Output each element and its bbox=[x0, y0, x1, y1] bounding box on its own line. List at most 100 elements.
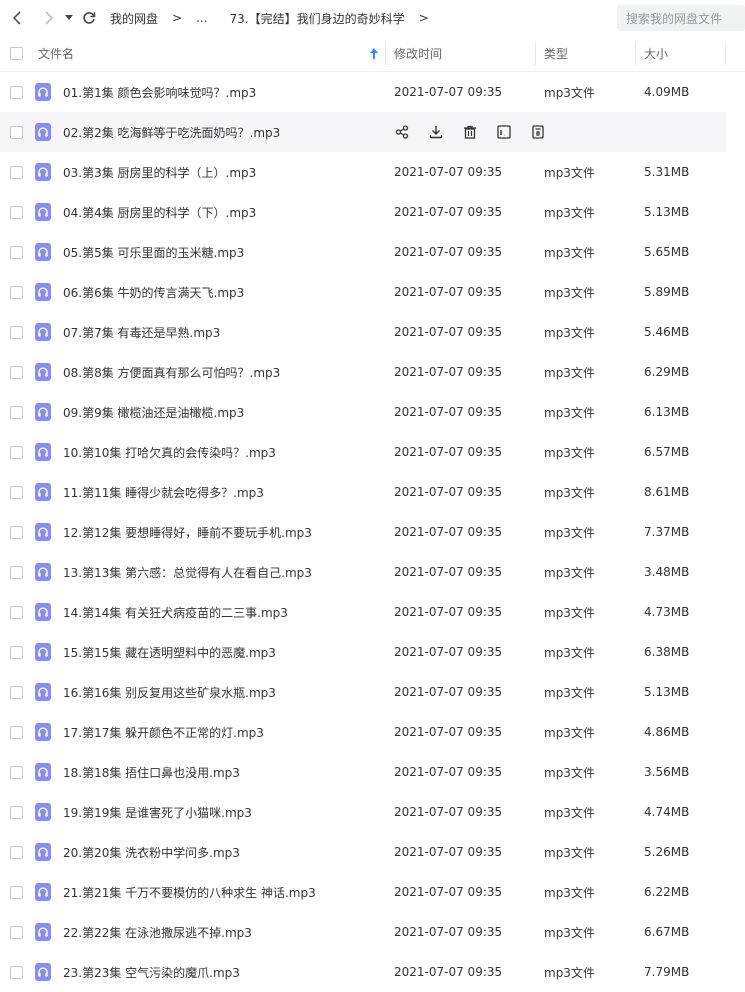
file-name[interactable]: 08.第8集 方便面真有那么可怕吗？.mp3 bbox=[63, 352, 280, 392]
file-name[interactable]: 06.第6集 牛奶的传言满天飞.mp3 bbox=[63, 272, 244, 312]
file-row[interactable]: 19.第19集 是谁害死了小猫咪.mp3 2021-07-07 09:35 mp3文… bbox=[0, 792, 726, 832]
refresh-button[interactable] bbox=[78, 7, 100, 29]
row-checkbox[interactable] bbox=[10, 152, 23, 192]
file-row[interactable]: 18.第18集 捂住口鼻也没用.mp3 2021-07-07 09:35 mp3文件… bbox=[0, 752, 726, 792]
column-type[interactable]: 类型 bbox=[544, 36, 568, 71]
file-row[interactable]: 13.第13集 第六感：总觉得有人在看自己.mp3 2021-07-07 09:3… bbox=[0, 552, 726, 592]
file-name[interactable]: 04.第4集 厨房里的科学（下）.mp3 bbox=[63, 192, 256, 232]
delete-icon[interactable] bbox=[453, 125, 487, 139]
row-checkbox[interactable] bbox=[10, 272, 23, 312]
mp3-file-icon bbox=[35, 552, 51, 592]
breadcrumb-ellipsis[interactable]: ... bbox=[196, 11, 207, 25]
row-checkbox[interactable] bbox=[10, 392, 23, 432]
file-row[interactable]: 21.第21集 千万不要模仿的八种求生 神话.mp3 2021-07-07 09:… bbox=[0, 872, 726, 912]
row-checkbox[interactable] bbox=[10, 352, 23, 392]
row-checkbox[interactable] bbox=[10, 632, 23, 672]
row-checkbox[interactable] bbox=[10, 312, 23, 352]
row-checkbox[interactable] bbox=[10, 912, 23, 952]
file-row[interactable]: 10.第10集 打哈欠真的会传染吗？.mp3 2021-07-07 09:35 mp… bbox=[0, 432, 726, 472]
sort-ascending-icon[interactable] bbox=[370, 36, 378, 71]
file-type: mp3文件 bbox=[544, 405, 595, 420]
file-name[interactable]: 18.第18集 捂住口鼻也没用.mp3 bbox=[63, 752, 240, 792]
file-row[interactable]: 20.第20集 洗衣粉中学问多.mp3 2021-07-07 09:35 mp3文件… bbox=[0, 832, 726, 872]
row-checkbox[interactable] bbox=[10, 112, 23, 152]
file-name[interactable]: 14.第14集 有关狂犬病疫苗的二三事.mp3 bbox=[63, 592, 288, 632]
file-size: 4.86MB bbox=[644, 725, 690, 739]
file-name[interactable]: 07.第7集 有毒还是早熟.mp3 bbox=[63, 312, 220, 352]
row-checkbox[interactable] bbox=[10, 792, 23, 832]
file-name[interactable]: 22.第22集 在泳池撒尿逃不掉.mp3 bbox=[63, 912, 252, 952]
file-row[interactable]: 11.第11集 睡得少就会吃得多？.mp3 2021-07-07 09:35 mp3… bbox=[0, 472, 726, 512]
column-divider[interactable] bbox=[535, 42, 536, 65]
file-name[interactable]: 16.第16集 别反复用这些矿泉水瓶.mp3 bbox=[63, 672, 276, 712]
row-checkbox[interactable] bbox=[10, 752, 23, 792]
file-name[interactable]: 13.第13集 第六感：总觉得有人在看自己.mp3 bbox=[63, 552, 312, 592]
column-divider[interactable] bbox=[385, 42, 386, 65]
file-name[interactable]: 19.第19集 是谁害死了小猫咪.mp3 bbox=[63, 792, 252, 832]
file-row[interactable]: 07.第7集 有毒还是早熟.mp3 2021-07-07 09:35 mp3文件 5.… bbox=[0, 312, 726, 352]
file-row[interactable]: 06.第6集 牛奶的传言满天飞.mp3 2021-07-07 09:35 mp3文件… bbox=[0, 272, 726, 312]
row-checkbox[interactable] bbox=[10, 192, 23, 232]
file-row[interactable]: 08.第8集 方便面真有那么可怕吗？.mp3 2021-07-07 09:35 mp… bbox=[0, 352, 726, 392]
row-checkbox[interactable] bbox=[10, 232, 23, 272]
file-modified: 2021-07-07 09:35 bbox=[394, 365, 503, 379]
back-button[interactable] bbox=[6, 7, 28, 29]
row-checkbox[interactable] bbox=[10, 432, 23, 472]
file-row[interactable]: 12.第12集 要想睡得好，睡前不要玩手机.mp3 2021-07-07 09:3… bbox=[0, 512, 726, 552]
file-name[interactable]: 05.第5集 可乐里面的玉米糖.mp3 bbox=[63, 232, 244, 272]
file-row[interactable]: 16.第16集 别反复用这些矿泉水瓶.mp3 2021-07-07 09:35 mp… bbox=[0, 672, 726, 712]
file-row[interactable]: 05.第5集 可乐里面的玉米糖.mp3 2021-07-07 09:35 mp3文件… bbox=[0, 232, 726, 272]
history-dropdown[interactable] bbox=[62, 7, 76, 29]
file-row[interactable]: 09.第9集 橄榄油还是油橄榄.mp3 2021-07-07 09:35 mp3文件… bbox=[0, 392, 726, 432]
file-name[interactable]: 21.第21集 千万不要模仿的八种求生 神话.mp3 bbox=[63, 872, 316, 912]
row-checkbox[interactable] bbox=[10, 952, 23, 992]
column-divider[interactable] bbox=[725, 42, 726, 65]
column-size[interactable]: 大小 bbox=[644, 36, 668, 71]
column-name[interactable]: 文件名 bbox=[38, 36, 74, 71]
column-divider[interactable] bbox=[635, 42, 636, 65]
file-row[interactable]: 23.第23集 空气污染的魔爪.mp3 2021-07-07 09:35 mp3文件… bbox=[0, 952, 726, 992]
row-checkbox[interactable] bbox=[10, 552, 23, 592]
row-checkbox[interactable] bbox=[10, 472, 23, 512]
file-row[interactable]: 03.第3集 厨房里的科学（上）.mp3 2021-07-07 09:35 mp3文… bbox=[0, 152, 726, 192]
file-name[interactable]: 02.第2集 吃海鲜等于吃洗面奶吗？.mp3 bbox=[63, 112, 280, 152]
forward-button[interactable] bbox=[38, 7, 60, 29]
file-name[interactable]: 17.第17集 躲开颜色不正常的灯.mp3 bbox=[63, 712, 264, 752]
file-row[interactable]: 17.第17集 躲开颜色不正常的灯.mp3 2021-07-07 09:35 mp3… bbox=[0, 712, 726, 752]
file-row[interactable]: 02.第2集 吃海鲜等于吃洗面奶吗？.mp3 bbox=[0, 112, 726, 152]
headphones-icon bbox=[38, 447, 48, 457]
file-name[interactable]: 11.第11集 睡得少就会吃得多？.mp3 bbox=[63, 472, 264, 512]
row-checkbox[interactable] bbox=[10, 872, 23, 912]
file-row[interactable]: 14.第14集 有关狂犬病疫苗的二三事.mp3 2021-07-07 09:35 m… bbox=[0, 592, 726, 632]
share-icon[interactable] bbox=[385, 125, 419, 139]
row-checkbox[interactable] bbox=[10, 672, 23, 712]
file-name[interactable]: 09.第9集 橄榄油还是油橄榄.mp3 bbox=[63, 392, 244, 432]
file-type: mp3文件 bbox=[544, 365, 595, 380]
row-checkbox[interactable] bbox=[10, 512, 23, 552]
column-modified[interactable]: 修改时间 bbox=[394, 36, 442, 71]
rename-icon[interactable] bbox=[487, 125, 521, 139]
row-checkbox[interactable] bbox=[10, 832, 23, 872]
row-checkbox[interactable] bbox=[10, 72, 23, 112]
file-row[interactable]: 22.第22集 在泳池撒尿逃不掉.mp3 2021-07-07 09:35 mp3文… bbox=[0, 912, 726, 952]
file-name[interactable]: 01.第1集 颜色会影响味觉吗？.mp3 bbox=[63, 72, 256, 112]
breadcrumb-root[interactable]: 我的网盘 bbox=[110, 10, 158, 27]
search-input[interactable]: 搜索我的网盘文件 bbox=[617, 5, 745, 31]
file-name[interactable]: 12.第12集 要想睡得好，睡前不要玩手机.mp3 bbox=[63, 512, 312, 552]
file-modified: 2021-07-07 09:35 bbox=[394, 645, 503, 659]
download-icon[interactable] bbox=[419, 125, 453, 139]
file-name[interactable]: 03.第3集 厨房里的科学（上）.mp3 bbox=[63, 152, 256, 192]
row-checkbox[interactable] bbox=[10, 712, 23, 752]
more-icon[interactable] bbox=[521, 125, 555, 139]
file-name[interactable]: 20.第20集 洗衣粉中学问多.mp3 bbox=[63, 832, 240, 872]
row-checkbox[interactable] bbox=[10, 592, 23, 632]
file-row[interactable]: 01.第1集 颜色会影响味觉吗？.mp3 2021-07-07 09:35 mp3文… bbox=[0, 72, 726, 112]
headphones-icon bbox=[38, 207, 48, 217]
breadcrumb-current-folder[interactable]: 73.【完结】我们身边的奇妙科学 bbox=[230, 10, 405, 27]
file-name[interactable]: 15.第15集 藏在透明塑料中的恶魔.mp3 bbox=[63, 632, 276, 672]
file-name[interactable]: 23.第23集 空气污染的魔爪.mp3 bbox=[63, 952, 240, 992]
file-row[interactable]: 04.第4集 厨房里的科学（下）.mp3 2021-07-07 09:35 mp3文… bbox=[0, 192, 726, 232]
select-all-checkbox[interactable] bbox=[10, 36, 23, 71]
file-row[interactable]: 15.第15集 藏在透明塑料中的恶魔.mp3 2021-07-07 09:35 mp… bbox=[0, 632, 726, 672]
file-name[interactable]: 10.第10集 打哈欠真的会传染吗？.mp3 bbox=[63, 432, 276, 472]
